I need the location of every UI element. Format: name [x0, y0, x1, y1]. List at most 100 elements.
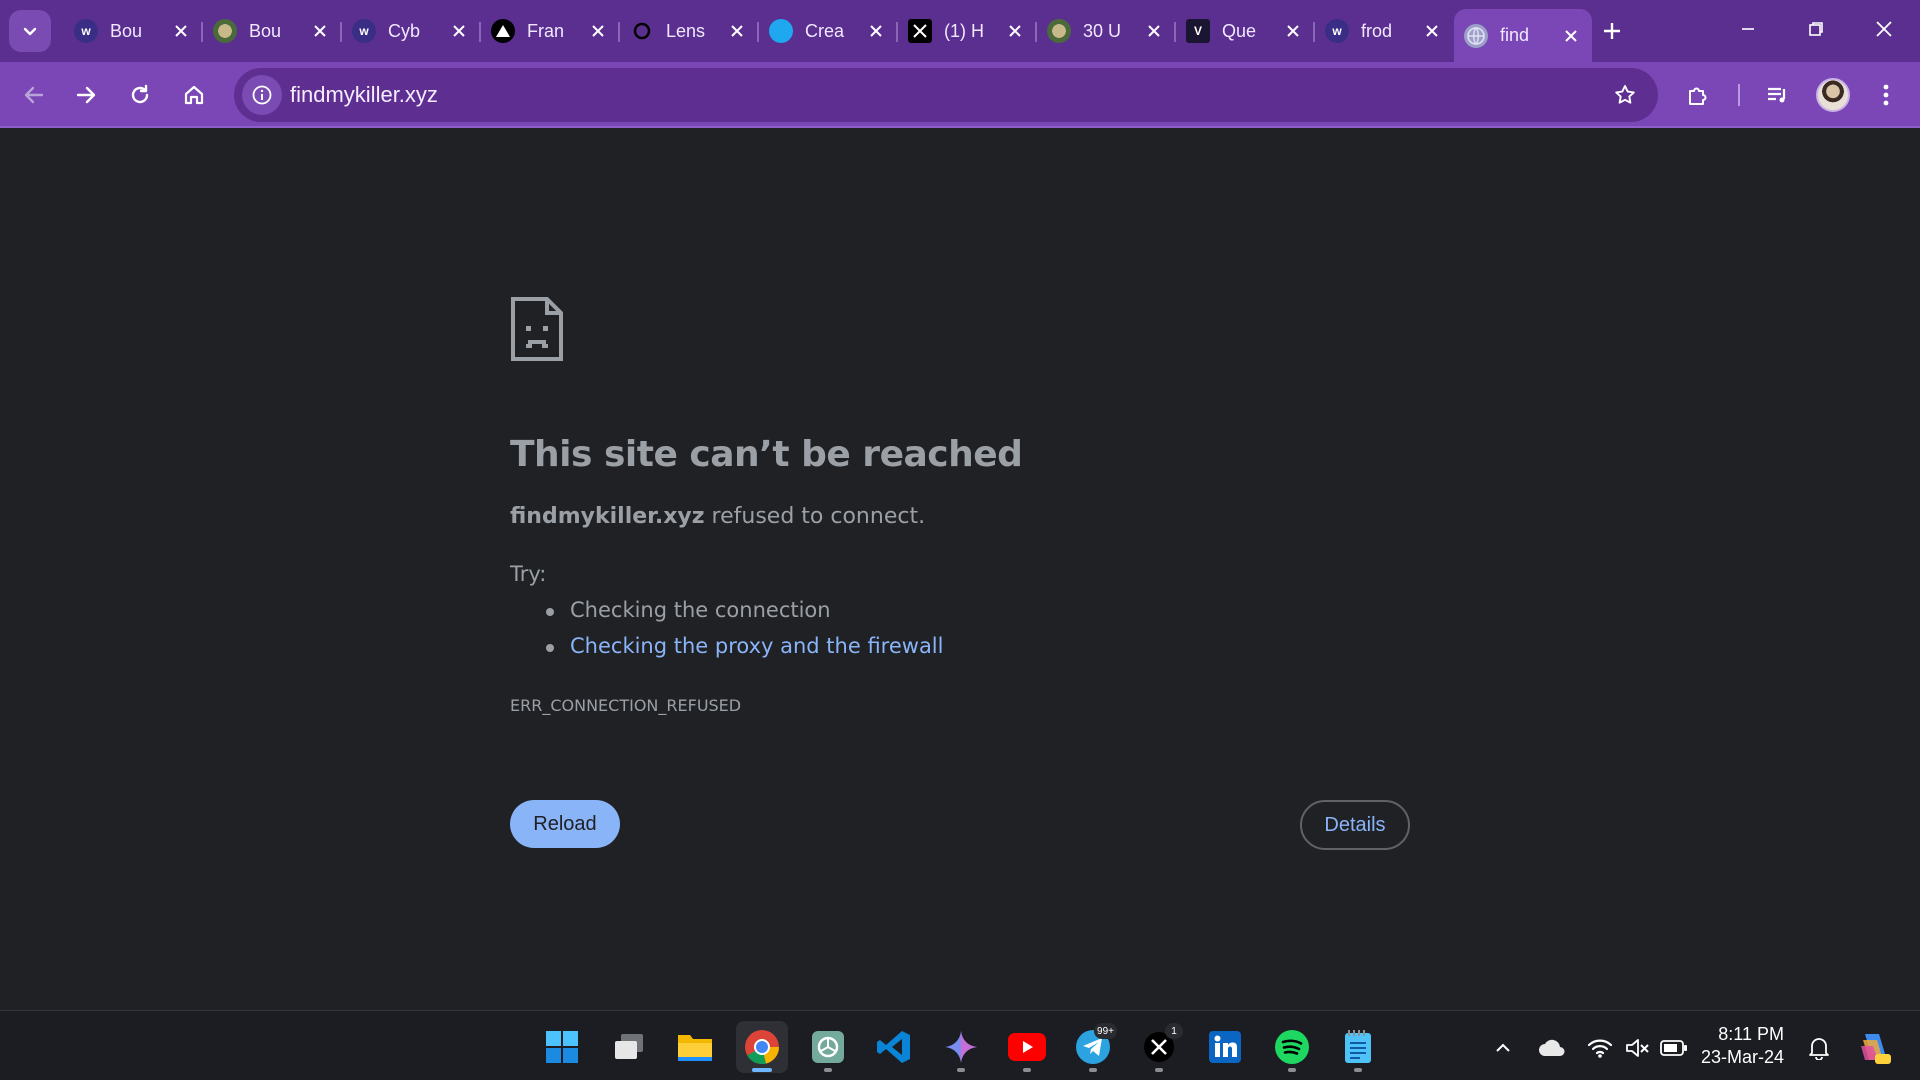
forward-button[interactable] — [66, 75, 106, 115]
running-indicator — [1089, 1068, 1097, 1072]
close-icon[interactable] — [1421, 20, 1443, 42]
close-icon[interactable] — [1560, 25, 1582, 47]
x-logo-icon — [908, 19, 932, 43]
tab-active[interactable]: find — [1454, 9, 1592, 62]
w-icon: w — [1325, 19, 1349, 43]
tab-3[interactable]: w Cyb — [342, 9, 481, 53]
clock[interactable]: 8:11 PM 23-Mar-24 — [1700, 1023, 1784, 1069]
running-indicator — [1354, 1068, 1362, 1072]
details-button[interactable]: Details — [1300, 800, 1410, 850]
close-icon[interactable] — [587, 20, 609, 42]
tab-2[interactable]: Bou — [203, 9, 342, 53]
telegram-badge: 99+ — [1094, 1023, 1117, 1039]
bookmark-button[interactable] — [1606, 76, 1644, 114]
more-vertical-icon — [1883, 84, 1889, 106]
tab-title: Fran — [527, 20, 565, 41]
windows-taskbar: 99+ 1 8:11 PM 23-Mar-24 — [0, 1010, 1920, 1080]
minimize-icon — [1742, 28, 1754, 30]
tab-title: find — [1500, 25, 1530, 45]
minimize-button[interactable] — [1720, 8, 1776, 50]
chevron-up-icon — [1496, 1043, 1510, 1052]
tab-9[interactable]: V Que — [1176, 9, 1315, 53]
back-button[interactable] — [14, 75, 54, 115]
blue-drop-icon — [769, 19, 793, 43]
telegram-icon[interactable]: 99+ — [1067, 1021, 1119, 1073]
battery-icon[interactable] — [1659, 1033, 1689, 1063]
close-icon[interactable] — [170, 20, 192, 42]
address-bar[interactable]: findmykiller.xyz — [234, 68, 1658, 122]
try-label: Try: — [510, 562, 547, 586]
close-icon[interactable] — [309, 20, 331, 42]
close-icon — [1876, 21, 1892, 37]
chrome-icon[interactable] — [736, 1021, 788, 1073]
tab-search-button[interactable] — [9, 10, 51, 52]
suggestion-proxy-firewall-link[interactable]: Checking the proxy and the firewall — [546, 634, 943, 670]
star-icon — [1615, 85, 1635, 104]
browser-toolbar: findmykiller.xyz — [0, 62, 1920, 128]
globe-icon — [1464, 23, 1488, 48]
media-control-button[interactable] — [1758, 75, 1798, 115]
error-message: refused to connect. — [704, 504, 926, 529]
close-icon[interactable] — [865, 20, 887, 42]
reload-button[interactable]: Reload — [510, 800, 620, 848]
chevron-down-icon — [23, 27, 37, 36]
wifi-icon[interactable] — [1585, 1033, 1615, 1063]
chatgpt-icon[interactable] — [802, 1021, 854, 1073]
onedrive-icon[interactable] — [1537, 1033, 1567, 1063]
extensions-button[interactable] — [1678, 75, 1718, 115]
tab-5[interactable]: Lens — [620, 9, 759, 53]
task-view-icon[interactable] — [603, 1021, 655, 1073]
lens-icon — [630, 19, 654, 43]
close-icon[interactable] — [448, 20, 470, 42]
restore-icon — [1809, 22, 1823, 36]
tab-title: Que — [1222, 20, 1257, 41]
tab-title: Bou — [249, 20, 282, 41]
refresh-icon — [131, 84, 149, 104]
tab-title: Cyb — [388, 20, 421, 41]
globe-photo-icon — [1047, 19, 1071, 43]
toolbar-divider — [1738, 84, 1740, 106]
reload-toolbar-button[interactable] — [120, 75, 160, 115]
x-icon[interactable]: 1 — [1133, 1021, 1185, 1073]
home-icon — [184, 85, 204, 105]
running-indicator — [1155, 1068, 1163, 1072]
menu-button[interactable] — [1866, 75, 1906, 115]
tab-title: Lens — [666, 20, 706, 41]
error-code: ERR_CONNECTION_REFUSED — [510, 696, 742, 715]
close-icon[interactable] — [1282, 20, 1304, 42]
page-content: This site can’t be reached findmykiller.… — [0, 130, 1920, 1010]
tab-7[interactable]: (1) H — [898, 9, 1037, 53]
gemini-icon[interactable] — [935, 1021, 987, 1073]
home-button[interactable] — [174, 75, 214, 115]
new-tab-button[interactable] — [1595, 14, 1629, 48]
tab-title: Crea — [805, 20, 845, 41]
restore-button[interactable] — [1788, 8, 1844, 50]
vscode-icon[interactable] — [868, 1021, 920, 1073]
show-hidden-icons-button[interactable] — [1488, 1033, 1518, 1063]
running-indicator — [1288, 1068, 1296, 1072]
info-icon — [252, 85, 272, 105]
linkedin-icon[interactable] — [1199, 1021, 1251, 1073]
volume-muted-icon[interactable] — [1623, 1033, 1653, 1063]
tab-title: frod — [1361, 20, 1393, 41]
close-icon[interactable] — [1143, 20, 1165, 42]
notification-bell-icon[interactable] — [1804, 1033, 1834, 1063]
tab-6[interactable]: Crea — [759, 9, 898, 53]
close-icon[interactable] — [1004, 20, 1026, 42]
profile-avatar[interactable] — [1816, 78, 1850, 112]
suggestion-list: Checking the connection Checking the pro… — [546, 598, 943, 670]
windows-start-icon[interactable] — [536, 1021, 588, 1073]
youtube-icon[interactable] — [1001, 1021, 1053, 1073]
url-text[interactable]: findmykiller.xyz — [290, 82, 438, 108]
spotify-icon[interactable] — [1266, 1021, 1318, 1073]
file-explorer-icon[interactable] — [669, 1021, 721, 1073]
close-window-button[interactable] — [1856, 8, 1912, 50]
copilot-icon[interactable] — [1854, 1027, 1894, 1067]
tab-4[interactable]: Fran — [481, 9, 620, 53]
close-icon[interactable] — [726, 20, 748, 42]
site-info-button[interactable] — [242, 75, 282, 115]
tab-1[interactable]: w Bou — [64, 9, 203, 53]
tab-10[interactable]: w frod — [1315, 9, 1453, 53]
tab-8[interactable]: 30 U — [1037, 9, 1176, 53]
notepad-icon[interactable] — [1332, 1021, 1384, 1073]
